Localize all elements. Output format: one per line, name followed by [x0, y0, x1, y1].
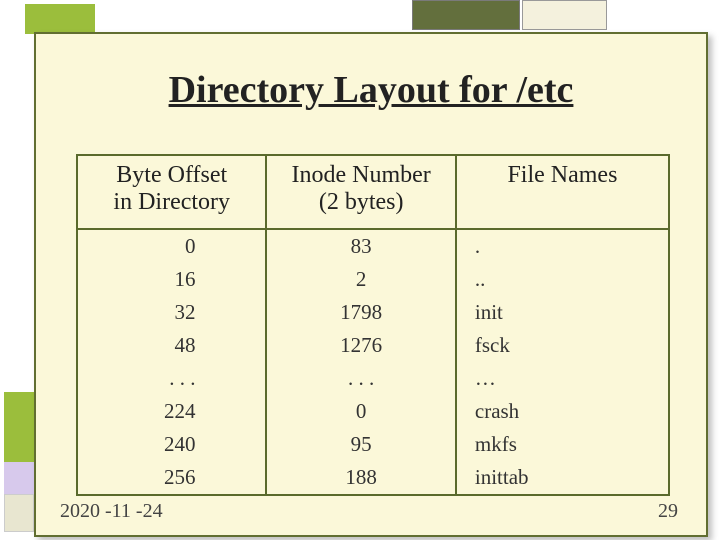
cell-name: crash	[456, 395, 669, 428]
table-row: 224 0 crash	[77, 395, 669, 428]
cell-offset: 256	[77, 461, 266, 495]
cell-inode: 0	[266, 395, 455, 428]
col-header-offset: Byte Offset in Directory	[77, 155, 266, 229]
cell-offset: 48	[77, 329, 266, 362]
cell-offset: . . .	[77, 362, 266, 395]
slide-card: Directory Layout for /etc Byte Offset in…	[34, 32, 708, 537]
col-header-name-l1: File Names	[461, 162, 664, 189]
table-row: 240 95 mkfs	[77, 428, 669, 461]
cell-offset: 0	[77, 229, 266, 263]
cell-name: .	[456, 229, 669, 263]
cell-name: fsck	[456, 329, 669, 362]
cell-offset: 32	[77, 296, 266, 329]
cell-offset: 16	[77, 263, 266, 296]
cell-inode: 2	[266, 263, 455, 296]
directory-table-wrap: Byte Offset in Directory Inode Number (2…	[76, 154, 670, 496]
cell-offset: 224	[77, 395, 266, 428]
col-header-offset-l2: in Directory	[82, 189, 261, 216]
table-row: 48 1276 fsck	[77, 329, 669, 362]
cell-inode: . . .	[266, 362, 455, 395]
footer-date: 2020 -11 -24	[60, 500, 163, 523]
cell-inode: 83	[266, 229, 455, 263]
table-row: 16 2 ..	[77, 263, 669, 296]
col-header-inode-l1: Inode Number	[271, 162, 450, 189]
cell-name: inittab	[456, 461, 669, 495]
col-header-inode: Inode Number (2 bytes)	[266, 155, 455, 229]
col-header-offset-l1: Byte Offset	[82, 162, 261, 189]
directory-table: Byte Offset in Directory Inode Number (2…	[76, 154, 670, 496]
decor-square-green-top	[25, 4, 95, 34]
cell-name: init	[456, 296, 669, 329]
table-body: 0 83 . 16 2 .. 32 1798 init	[77, 229, 669, 495]
table-header-row: Byte Offset in Directory Inode Number (2…	[77, 155, 669, 229]
decor-square-green-left	[4, 392, 34, 462]
table-row: 32 1798 init	[77, 296, 669, 329]
cell-name: ..	[456, 263, 669, 296]
table-row: 256 188 inittab	[77, 461, 669, 495]
decor-square-olive-top	[412, 0, 520, 30]
cell-inode: 95	[266, 428, 455, 461]
slide-title: Directory Layout for /etc	[36, 68, 706, 112]
decor-square-lavender-left	[4, 462, 34, 494]
cell-inode: 1276	[266, 329, 455, 362]
cell-offset: 240	[77, 428, 266, 461]
table-row: 0 83 .	[77, 229, 669, 263]
table-row: . . . . . . …	[77, 362, 669, 395]
cell-name: …	[456, 362, 669, 395]
footer-page-number: 29	[658, 500, 678, 523]
decor-square-tan-top	[522, 0, 607, 30]
cell-inode: 188	[266, 461, 455, 495]
decor-square-tan-left	[4, 494, 34, 532]
cell-name: mkfs	[456, 428, 669, 461]
col-header-name: File Names	[456, 155, 669, 229]
cell-inode: 1798	[266, 296, 455, 329]
col-header-inode-l2: (2 bytes)	[271, 189, 450, 216]
